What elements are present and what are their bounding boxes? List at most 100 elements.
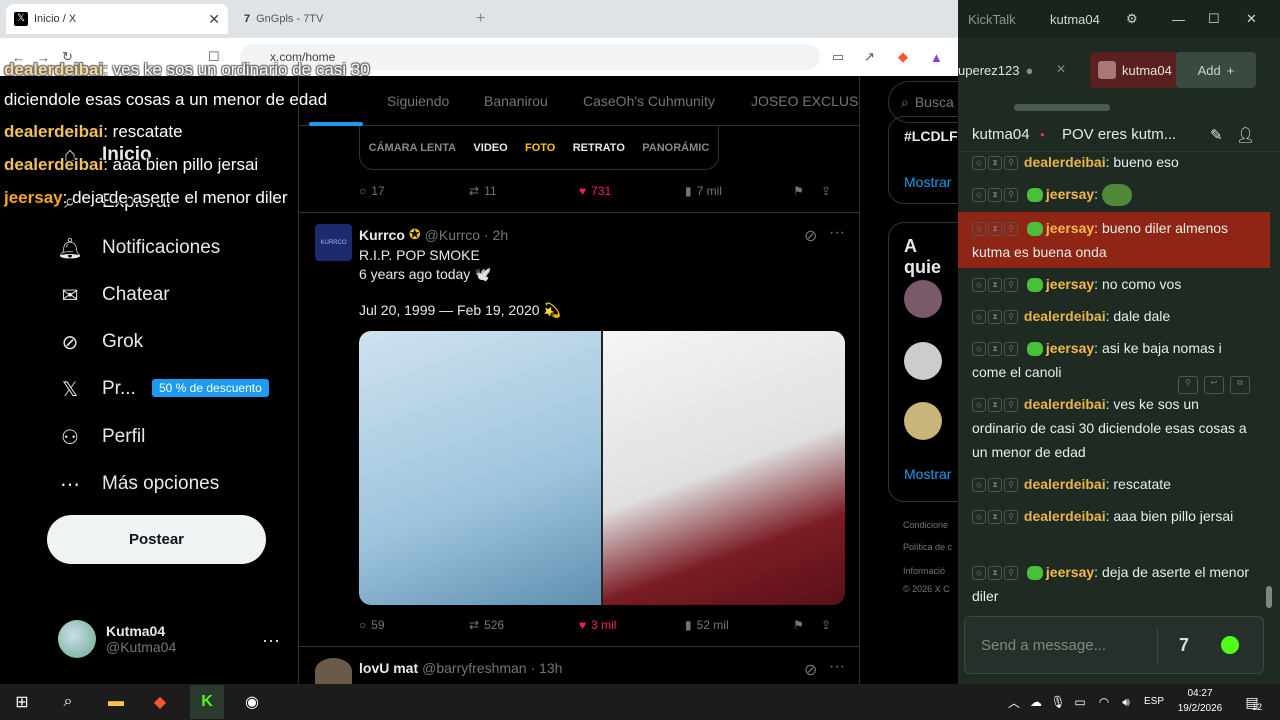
mod-timeout-icon[interactable]: ⧗: [988, 222, 1002, 237]
pin-icon[interactable]: ✎: [1210, 126, 1223, 144]
mod-pin-icon[interactable]: ⚲: [1004, 342, 1018, 357]
mod-ban-icon[interactable]: ⦸: [972, 478, 986, 493]
mod-ban-icon[interactable]: ⦸: [972, 156, 986, 171]
nav-mas-opciones[interactable]: ⋯ Más opciones: [58, 472, 219, 496]
close-tab-icon[interactable]: ✕: [208, 11, 220, 28]
brave-browser-icon[interactable]: ◆: [148, 690, 172, 714]
tray-overflow-icon[interactable]: ︿: [1002, 690, 1026, 714]
grok-tweet-icon[interactable]: ⊘: [804, 660, 817, 680]
add-channel-button[interactable]: Add +: [1176, 52, 1256, 88]
mod-pin-icon[interactable]: ⚲: [1004, 310, 1018, 325]
post-button[interactable]: Postear: [47, 515, 266, 564]
retweet-button[interactable]: ⇄ 526: [469, 618, 579, 632]
chat-message[interactable]: ⦸ ⧗ ⚲ dealerdeibai: dale dale: [958, 300, 1270, 332]
mod-pin-icon[interactable]: ⚲: [1004, 510, 1018, 525]
mod-ban-icon[interactable]: ⦸: [972, 566, 986, 581]
mod-timeout-icon[interactable]: ⧗: [988, 478, 1002, 493]
views-button[interactable]: ▮ 52 mil: [685, 618, 793, 632]
chat-username[interactable]: dealerdeibai: [1024, 476, 1106, 492]
avatar[interactable]: [904, 280, 942, 318]
mod-timeout-icon[interactable]: ⧗: [988, 188, 1002, 203]
onedrive-icon[interactable]: ☁: [1024, 690, 1048, 714]
7tv-emote-icon[interactable]: 7: [1179, 635, 1189, 656]
obs-app-icon[interactable]: ◉: [240, 690, 264, 714]
mod-timeout-icon[interactable]: ⧗: [988, 398, 1002, 413]
like-button[interactable]: ♥ 3 mil: [579, 618, 685, 632]
wifi-icon[interactable]: ◠: [1092, 690, 1116, 714]
mod-ban-icon[interactable]: ⦸: [972, 222, 986, 237]
nav-grok[interactable]: ⊘ Grok: [58, 330, 144, 354]
footer-link[interactable]: Política de c: [903, 542, 952, 552]
system-clock[interactable]: 04:27 19/2/2026: [1172, 686, 1228, 716]
mod-timeout-icon[interactable]: ⧗: [988, 342, 1002, 357]
chat-username[interactable]: jeersay: [1046, 276, 1094, 292]
chat-scrollbar[interactable]: [1266, 586, 1272, 608]
tweet-photo-left[interactable]: [359, 331, 601, 605]
nav-perfil[interactable]: ⚇ Perfil: [58, 425, 145, 449]
chat-message-highlighted[interactable]: ⦸ ⧗ ⚲ jeersay: bueno diler almenos kutma e…: [958, 212, 1270, 268]
channel-tab-kutma04[interactable]: kutma04: [1090, 52, 1180, 88]
chat-message[interactable]: ⦸ ⧗ ⚲ jeersay: deja de aserte el menor dil…: [958, 556, 1270, 608]
tweet-more-icon[interactable]: ···: [829, 658, 845, 676]
browser-tab-7tv[interactable]: 7 GnGpls - 7TV: [236, 4, 464, 34]
share-tweet-icon[interactable]: ⇪: [821, 618, 831, 632]
mod-pin-icon[interactable]: ⚲: [1004, 278, 1018, 293]
mod-ban-icon[interactable]: ⦸: [972, 310, 986, 325]
reply-button[interactable]: ○ 17: [359, 184, 469, 198]
chat-username[interactable]: dealerdeibai: [1024, 308, 1106, 324]
install-icon[interactable]: ▭: [832, 49, 844, 65]
current-user[interactable]: kutma04: [1050, 12, 1100, 27]
windows-start-icon[interactable]: ⊞: [10, 690, 34, 714]
mod-timeout-icon[interactable]: ⧗: [988, 278, 1002, 293]
close-channel-icon[interactable]: ✕: [1056, 62, 1066, 76]
trend-item[interactable]: #LCDLF: [904, 128, 958, 144]
tweet-more-icon[interactable]: ···: [829, 224, 845, 242]
mod-ban-icon[interactable]: ⦸: [972, 398, 986, 413]
settings-gear-icon[interactable]: ⚙: [1126, 11, 1138, 27]
mod-ban-icon[interactable]: ⦸: [972, 510, 986, 525]
users-icon[interactable]: 👤︎: [1236, 126, 1255, 144]
close-window-icon[interactable]: ✕: [1246, 11, 1257, 27]
footer-link[interactable]: Informació: [903, 566, 945, 576]
kick-app-icon[interactable]: K: [190, 685, 224, 719]
tweet-media[interactable]: [359, 331, 845, 605]
new-tab-button[interactable]: +: [468, 4, 493, 34]
language-indicator[interactable]: ESP: [1144, 696, 1164, 707]
mod-ban-icon[interactable]: ⦸: [972, 342, 986, 357]
mod-timeout-icon[interactable]: ⧗: [988, 310, 1002, 325]
chat-message[interactable]: ⦸ ⧗ ⚲ dealerdeibai: ves ke sos un ordinari…: [958, 388, 1270, 468]
mod-ban-icon[interactable]: ⦸: [972, 278, 986, 293]
nav-chatear[interactable]: ✉ Chatear: [58, 283, 170, 307]
bookmark-tweet-icon[interactable]: ⚑: [793, 618, 821, 632]
chat-input[interactable]: Send a message... 7: [964, 616, 1264, 674]
battery-icon[interactable]: ▭: [1068, 690, 1092, 714]
mod-pin-icon[interactable]: ⚲: [1004, 222, 1018, 237]
chat-message[interactable]: ⦸ ⧗ ⚲ dealerdeibai: aaa bien pillo jersai: [958, 500, 1270, 532]
avatar[interactable]: [904, 402, 942, 440]
tab-scrollbar[interactable]: [1014, 104, 1110, 111]
account-more-icon[interactable]: ···: [262, 630, 280, 651]
mod-timeout-icon[interactable]: ⧗: [988, 566, 1002, 581]
tab-caseoh[interactable]: CaseOh's Cuhmunity: [583, 93, 715, 109]
retweet-button[interactable]: ⇄ 11: [469, 184, 579, 198]
account-switcher[interactable]: Kutma04 @Kutma04: [58, 620, 176, 658]
mod-pin-icon[interactable]: ⚲: [1004, 398, 1018, 413]
browser-tab-x[interactable]: 𝕏 Inicio / X ✕: [6, 4, 228, 34]
mod-pin-icon[interactable]: ⚲: [1004, 156, 1018, 171]
chat-username[interactable]: dealerdeibai: [1024, 154, 1106, 170]
tab-bananirou[interactable]: Bananirou: [484, 93, 548, 109]
nav-notificaciones[interactable]: 🔔︎ Notificaciones: [57, 236, 220, 260]
show-more-link[interactable]: Mostrar: [904, 466, 951, 482]
avatar[interactable]: [904, 342, 942, 380]
show-more-link[interactable]: Mostrar: [904, 174, 951, 190]
share-icon[interactable]: ↗: [864, 49, 875, 65]
kick-emote-icon[interactable]: [1221, 636, 1239, 654]
chat-message[interactable]: ⦸ ⧗ ⚲ jeersay:: [958, 178, 1270, 210]
tweet-author-avatar[interactable]: KURRCO: [315, 224, 352, 261]
mod-timeout-icon[interactable]: ⧗: [988, 510, 1002, 525]
mod-pin-icon[interactable]: ⚲: [1004, 566, 1018, 581]
chat-username[interactable]: jeersay: [1046, 340, 1094, 356]
chat-username[interactable]: jeersay: [1046, 220, 1094, 236]
search-icon[interactable]: ⌕: [56, 690, 80, 714]
brave-shield-icon[interactable]: ◆: [898, 49, 908, 65]
